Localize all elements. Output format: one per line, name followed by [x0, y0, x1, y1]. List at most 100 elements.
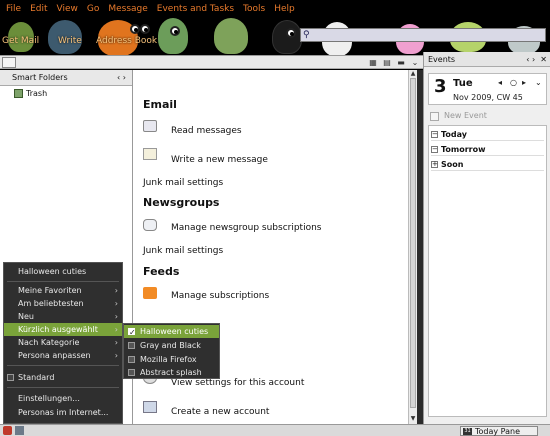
mini-day-box: 3 Tue Nov 2009, CW 45 ◂ ○ ▸ ⌄	[428, 73, 547, 105]
submenu-item-label: Halloween cuties	[140, 327, 209, 336]
menu-item-label: Kürzlich ausgewählt	[18, 325, 98, 334]
offline-status-icon[interactable]	[15, 426, 24, 435]
menu-item-personas-online[interactable]: Personas im Internet...	[4, 406, 122, 419]
write-message-link[interactable]: Write a new message	[171, 155, 268, 165]
agenda-group-tomorrow[interactable]: − Tomorrow	[431, 143, 544, 156]
events-header-controls[interactable]: ‹ › ✕	[526, 52, 547, 67]
menu-item-label: Halloween cuties	[18, 267, 87, 276]
menu-item-customize-persona[interactable]: Persona anpassen ›	[4, 349, 122, 362]
create-account-link[interactable]: Create a new account	[171, 407, 269, 417]
agenda-group-today[interactable]: − Today	[431, 128, 544, 141]
menu-file[interactable]: File	[6, 4, 21, 14]
calendar-icon: 31	[463, 428, 472, 435]
new-event-button[interactable]: New Event	[430, 110, 540, 122]
today-button[interactable]: ○	[510, 78, 517, 87]
newsgroup-icon	[143, 219, 157, 231]
menu-separator	[7, 281, 119, 282]
decorative-eye	[140, 24, 150, 34]
day-name: Tue	[453, 78, 473, 89]
section-email-title: Email	[143, 98, 177, 111]
read-messages-link[interactable]: Read messages	[171, 126, 242, 136]
main-toolbar: Get Mail Write Address Book	[0, 36, 220, 48]
next-day-button[interactable]: ▸	[522, 78, 526, 87]
section-newsgroups-title: Newsgroups	[143, 196, 220, 209]
day-subtitle: Nov 2009, CW 45	[453, 93, 523, 102]
menu-separator	[7, 365, 119, 366]
folder-item-trash[interactable]: Trash	[14, 88, 124, 99]
view-settings-link[interactable]: View settings for this account	[171, 378, 304, 388]
scroll-up-button[interactable]: ▲	[409, 70, 417, 78]
tab-list-button[interactable]: ▦	[366, 57, 380, 68]
decorative-eye	[130, 24, 140, 34]
menu-item-recently-selected[interactable]: Kürzlich ausgewählt ›	[4, 323, 122, 336]
scroll-down-button[interactable]: ▼	[409, 415, 417, 423]
search-input[interactable]: ⚲	[300, 28, 546, 42]
get-mail-button[interactable]: Get Mail	[2, 36, 39, 46]
menu-item-new[interactable]: Neu ›	[4, 310, 122, 323]
prev-day-button[interactable]: ◂	[498, 78, 502, 87]
submenu-item-mozilla-firefox[interactable]: Mozilla Firefox	[124, 353, 219, 366]
menu-help[interactable]: Help	[274, 4, 295, 14]
folder-nav-arrows[interactable]: ‹ ›	[117, 70, 126, 86]
menu-item-default[interactable]: Standard	[4, 371, 122, 384]
agenda-group-soon[interactable]: + Soon	[431, 158, 544, 171]
today-pane-toggle[interactable]: 31 Today Pane	[460, 426, 538, 436]
submenu-item-gray-black[interactable]: Gray and Black	[124, 339, 219, 352]
check-icon	[128, 326, 136, 339]
menu-events-tasks[interactable]: Events and Tasks	[157, 4, 234, 14]
recently-selected-submenu: Halloween cuties Gray and Black Mozilla …	[123, 323, 220, 379]
submenu-item-abstract-splash[interactable]: Abstract splash	[124, 366, 219, 379]
menu-item-current-persona[interactable]: Halloween cuties	[4, 265, 122, 278]
manage-subscriptions-link[interactable]: Manage subscriptions	[171, 291, 269, 301]
rss-feed-icon	[143, 287, 157, 299]
menu-message[interactable]: Message	[108, 4, 147, 14]
menu-item-favorites[interactable]: Meine Favoriten ›	[4, 284, 122, 297]
decorative-eye	[170, 26, 180, 36]
day-number: 3	[434, 76, 447, 97]
menu-edit[interactable]: Edit	[30, 4, 47, 14]
scroll-thumb[interactable]	[410, 78, 416, 408]
submenu-arrow-icon: ›	[114, 286, 118, 295]
menu-item-by-category[interactable]: Nach Kategorie ›	[4, 336, 122, 349]
status-bar: 31 Today Pane	[0, 424, 550, 436]
submenu-item-label: Gray and Black	[140, 341, 201, 350]
menu-view[interactable]: View	[57, 4, 78, 14]
read-messages-icon	[143, 120, 157, 132]
folder-pane-title: Smart Folders	[12, 73, 68, 82]
menu-item-label: Nach Kategorie	[18, 338, 80, 347]
main-scrollbar[interactable]: ▲ ▼	[408, 70, 417, 424]
menu-item-label: Persona anpassen	[18, 351, 91, 360]
submenu-item-halloween-cuties[interactable]: Halloween cuties	[124, 325, 219, 339]
search-icon: ⚲	[303, 30, 310, 40]
agenda-list: − Today − Tomorrow + Soon	[428, 125, 547, 417]
address-book-button[interactable]: Address Book	[96, 36, 157, 46]
write-button[interactable]: Write	[58, 36, 82, 46]
section-feeds-title: Feeds	[143, 265, 180, 278]
chevron-down-icon[interactable]: ⌄	[408, 57, 422, 68]
expand-icon[interactable]: +	[431, 161, 438, 168]
menu-item-popular[interactable]: Am beliebtesten ›	[4, 297, 122, 310]
folder-pane-header[interactable]: Smart Folders ‹ ›	[0, 70, 132, 86]
submenu-arrow-icon: ›	[114, 312, 118, 321]
menu-tools[interactable]: Tools	[243, 4, 265, 14]
collapse-icon[interactable]: −	[431, 131, 438, 138]
folder-tab[interactable]	[2, 57, 16, 68]
manage-newsgroups-link[interactable]: Manage newsgroup subscriptions	[171, 223, 322, 233]
junk-mail-settings-link[interactable]: Junk mail settings	[143, 178, 223, 188]
junk-mail-settings-link[interactable]: Junk mail settings	[143, 246, 223, 256]
tab-view-button[interactable]: ▤	[380, 57, 394, 68]
chevron-down-icon[interactable]: ⌄	[535, 78, 542, 87]
submenu-arrow-icon: ›	[114, 299, 118, 308]
persona-status-icon[interactable]	[3, 426, 12, 435]
today-pane: Events ‹ › ✕ 3 Tue Nov 2009, CW 45 ◂ ○ ▸…	[423, 52, 550, 424]
menu-go[interactable]: Go	[87, 4, 99, 14]
events-header: Events ‹ › ✕	[424, 52, 550, 67]
write-message-icon	[143, 148, 157, 160]
collapse-icon[interactable]: −	[431, 146, 438, 153]
checkbox-icon	[128, 356, 135, 363]
menu-item-preferences[interactable]: Einstellungen...	[4, 392, 122, 405]
folder-label: Trash	[26, 89, 48, 98]
menu-item-label: Am beliebtesten	[18, 299, 84, 308]
personas-menu: Halloween cuties Meine Favoriten › Am be…	[3, 262, 123, 424]
tab-options-button[interactable]: ▬	[394, 57, 408, 68]
